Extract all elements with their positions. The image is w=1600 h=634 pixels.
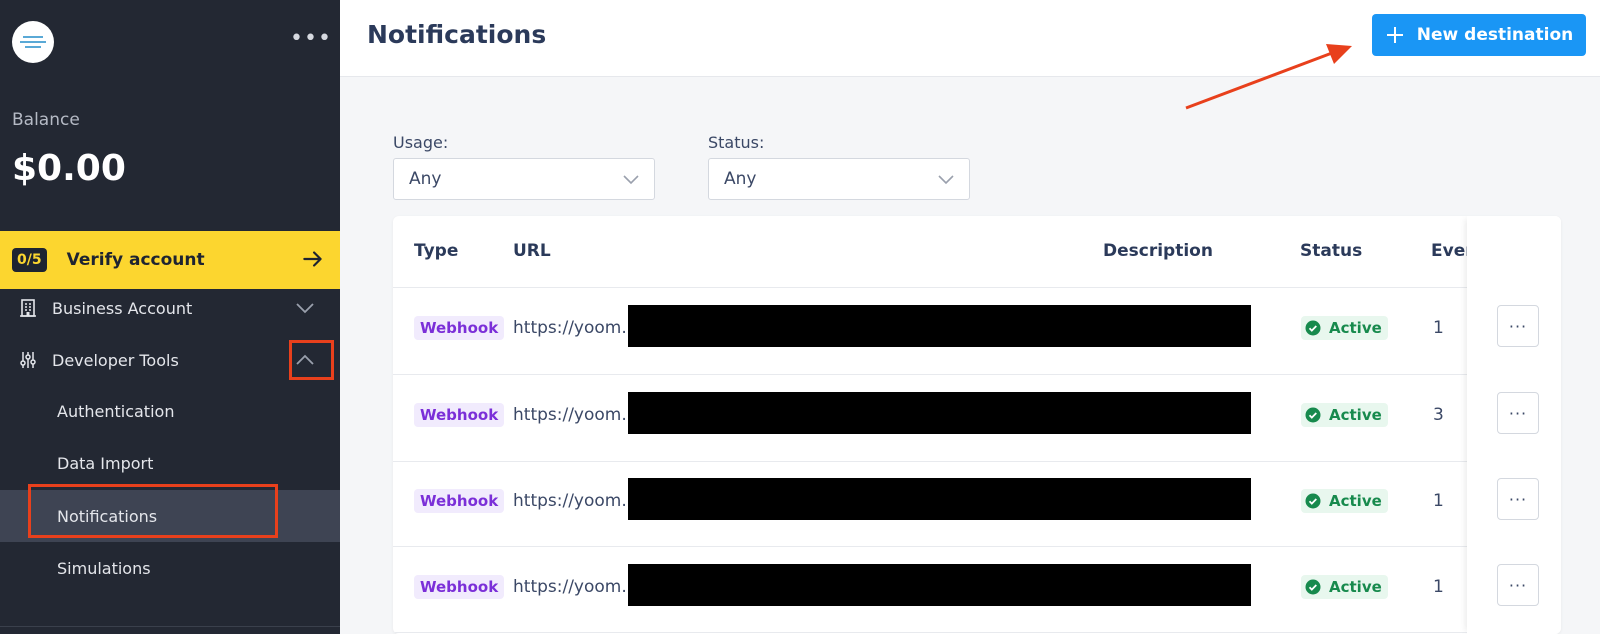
redaction-bar [628, 564, 1251, 606]
column-header-type: Type [414, 241, 459, 261]
chevron-down-icon [623, 175, 639, 185]
new-destination-label: New destination [1416, 25, 1574, 45]
more-horizontal-icon: ··· [1508, 403, 1528, 423]
sliders-icon [20, 352, 36, 368]
status-text: Active [1329, 578, 1382, 596]
check-circle-icon [1305, 407, 1321, 423]
check-circle-icon [1305, 579, 1321, 595]
table-row[interactable]: Webhook https://yoom. Active 1 [393, 547, 1561, 633]
chevron-down-icon [938, 175, 954, 185]
check-circle-icon [1305, 320, 1321, 336]
nav-item-business-account[interactable]: Business Account [0, 287, 340, 329]
sidebar-item-label: Data Import [57, 453, 154, 473]
status-select[interactable]: Any [708, 158, 970, 200]
url-cell: https://yoom. [513, 405, 627, 425]
chevron-up-icon[interactable] [294, 350, 316, 370]
verify-progress-badge: 0/5 [12, 248, 47, 272]
more-horizontal-icon: ··· [1508, 316, 1528, 336]
verify-account-banner[interactable]: 0/5 Verify account [0, 231, 340, 289]
type-badge: Webhook [414, 489, 505, 513]
more-horizontal-icon: ··· [1508, 575, 1528, 595]
type-badge: Webhook [414, 575, 505, 599]
status-text: Active [1329, 406, 1382, 424]
status-select-value: Any [724, 169, 757, 189]
status-text: Active [1329, 319, 1382, 337]
nav-label: Business Account [52, 298, 193, 318]
sidebar-item-notifications[interactable]: Notifications [0, 490, 340, 542]
redaction-bar [628, 305, 1251, 347]
url-cell: https://yoom. [513, 577, 627, 597]
sidebar-divider [0, 626, 340, 627]
destinations-table: Type URL Description Status Even Webhook… [393, 216, 1561, 634]
redaction-bar [628, 478, 1251, 520]
column-header-url: URL [513, 241, 551, 261]
status-badge: Active [1301, 316, 1388, 340]
table-row[interactable]: Webhook https://yoom. Active 1 [393, 288, 1561, 374]
usage-select[interactable]: Any [393, 158, 655, 200]
sidebar-item-authentication[interactable]: Authentication [0, 385, 340, 437]
page-title: Notifications [367, 20, 547, 49]
url-cell: https://yoom. [513, 318, 627, 338]
page-header: Notifications New destination [340, 0, 1600, 77]
more-horizontal-icon[interactable]: ••• [290, 26, 332, 51]
company-logo[interactable] [12, 21, 54, 63]
status-text: Active [1329, 492, 1382, 510]
table-row[interactable]: Webhook https://yoom. Active 3 [393, 375, 1561, 461]
row-menu-button[interactable]: ··· [1497, 478, 1539, 520]
status-badge: Active [1301, 575, 1388, 599]
chevron-down-icon[interactable] [294, 298, 316, 318]
events-cell: 1 [1433, 577, 1444, 597]
status-badge: Active [1301, 403, 1388, 427]
row-menu-button[interactable]: ··· [1497, 305, 1539, 347]
redaction-bar [628, 392, 1251, 434]
row-divider [393, 632, 1561, 633]
more-horizontal-icon: ··· [1508, 489, 1528, 509]
status-filter-label: Status: [708, 133, 765, 152]
nav-item-developer-tools[interactable]: Developer Tools [0, 339, 340, 381]
verify-account-label: Verify account [66, 250, 205, 270]
building-icon [20, 299, 36, 317]
column-header-description: Description [1103, 241, 1213, 261]
status-badge: Active [1301, 489, 1388, 513]
usage-filter-label: Usage: [393, 133, 449, 152]
sidebar-item-label: Simulations [57, 558, 151, 578]
events-cell: 1 [1433, 491, 1444, 511]
column-header-status: Status [1300, 241, 1363, 261]
sidebar-item-simulations[interactable]: Simulations [0, 542, 340, 594]
row-menu-button[interactable]: ··· [1497, 564, 1539, 606]
events-cell: 3 [1433, 405, 1444, 425]
balance-label: Balance [12, 110, 80, 130]
type-badge: Webhook [414, 403, 505, 427]
row-menu-button[interactable]: ··· [1497, 392, 1539, 434]
url-cell: https://yoom. [513, 491, 627, 511]
usage-select-value: Any [409, 169, 442, 189]
nav-label: Developer Tools [52, 350, 179, 370]
type-badge: Webhook [414, 316, 505, 340]
sidebar-item-label: Authentication [57, 401, 175, 421]
check-circle-icon [1305, 493, 1321, 509]
table-row[interactable]: Webhook https://yoom. Active 1 [393, 461, 1561, 547]
balance-value: $0.00 [12, 148, 126, 189]
row-actions-column: ··· ··· ··· ··· [1467, 216, 1561, 634]
sidebar-item-data-import[interactable]: Data Import [0, 437, 340, 489]
arrow-right-icon [303, 251, 322, 267]
sidebar-item-label: Notifications [57, 506, 158, 526]
sidebar: ••• Balance $0.00 0/5 Verify account Bus… [0, 0, 340, 634]
events-cell: 1 [1433, 318, 1444, 338]
plus-icon [1386, 27, 1403, 43]
new-destination-button[interactable]: New destination [1372, 14, 1586, 56]
